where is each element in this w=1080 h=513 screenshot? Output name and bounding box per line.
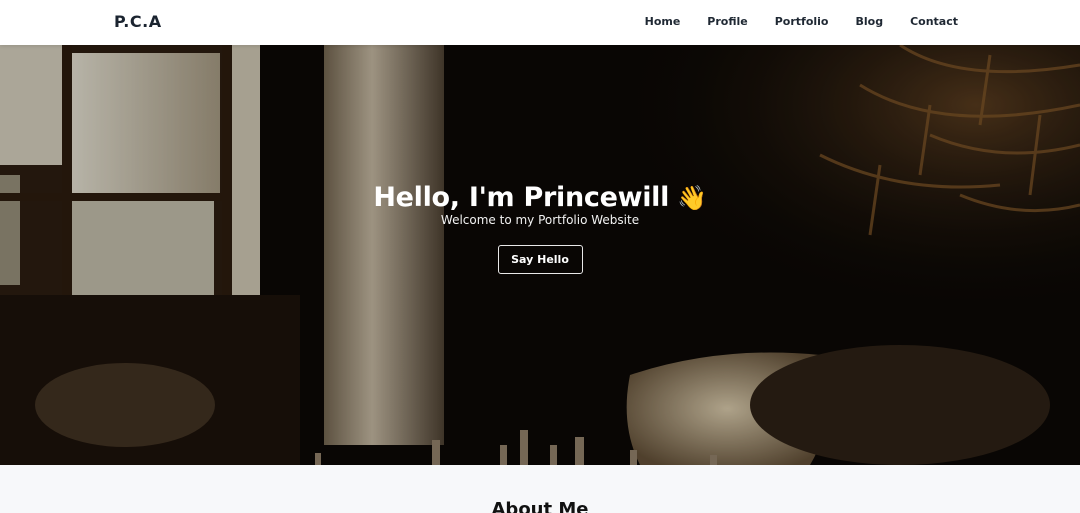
nav-item-home[interactable]: Home (645, 15, 681, 28)
about-title: About Me (491, 499, 589, 513)
hero-subtitle: Welcome to my Portfolio Website (440, 213, 640, 227)
hero-content: Hello, I'm Princewill 👋 Welcome to my Po… (0, 182, 1080, 274)
nav-item-profile[interactable]: Profile (707, 15, 747, 28)
brand-logo[interactable]: P.C.A (114, 12, 162, 31)
nav-item-blog[interactable]: Blog (855, 15, 883, 28)
nav-item-portfolio[interactable]: Portfolio (775, 15, 829, 28)
navbar: P.C.A Home Profile Portfolio Blog Contac… (0, 0, 1080, 45)
hero-section: Hello, I'm Princewill 👋 Welcome to my Po… (0, 45, 1080, 465)
hero-title-wrap: Hello, I'm Princewill 👋 (373, 182, 707, 213)
nav-links: Home Profile Portfolio Blog Contact (645, 15, 958, 28)
hero-title: Hello, I'm Princewill (373, 182, 670, 213)
about-section: About Me (0, 465, 1080, 513)
say-hello-button[interactable]: Say Hello (497, 245, 583, 274)
waving-hand-icon: 👋 (677, 183, 707, 212)
nav-item-contact[interactable]: Contact (910, 15, 958, 28)
